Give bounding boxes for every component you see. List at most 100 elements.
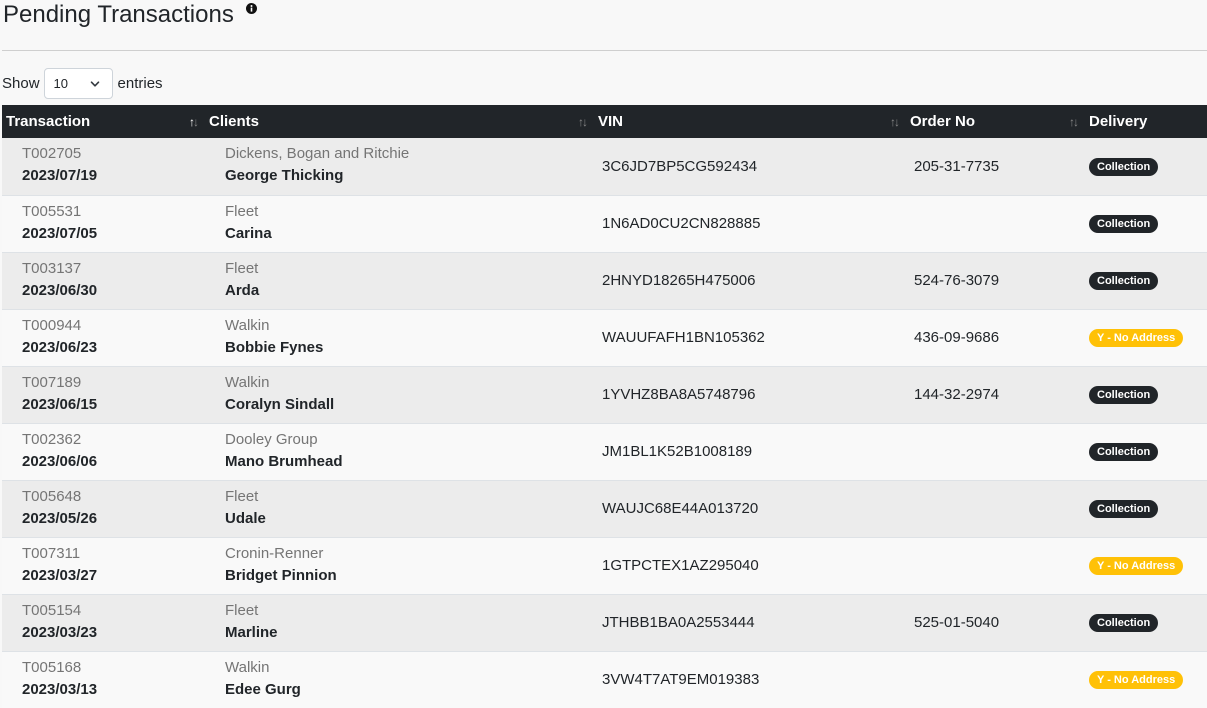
vin-cell: 3C6JD7BP5CG592434 xyxy=(602,157,758,175)
transaction-id: T002362 xyxy=(22,430,82,448)
column-header-transaction[interactable]: Transaction ↑↓ xyxy=(2,105,205,138)
transaction-cell: T005168 2023/03/13 xyxy=(2,651,205,708)
table-row[interactable]: T002705 2023/07/19 Dickens, Bogan and Rit… xyxy=(2,138,1207,195)
column-header-vin[interactable]: VIN ↑↓ xyxy=(594,105,906,138)
client-cell: Walkin Coralyn Sindall xyxy=(205,366,594,423)
transaction-cell: T003137 2023/06/30 xyxy=(2,252,205,309)
transaction-date: 2023/06/06 xyxy=(22,452,98,470)
order-no-cell: 436-09-9686 xyxy=(914,329,1000,346)
client-cell: Dickens, Bogan and Ritchie George Thickin… xyxy=(205,138,594,195)
transaction-id: T000944 xyxy=(22,316,82,334)
client-company: Fleet xyxy=(225,259,259,277)
client-name: Bridget Pinnion xyxy=(225,566,337,584)
delivery-cell: Collection xyxy=(1085,423,1207,480)
header-divider xyxy=(2,50,1207,51)
client-company: Dooley Group xyxy=(225,430,318,448)
sort-icon: ↑↓ xyxy=(578,114,588,129)
transaction-cell: T000944 2023/06/23 xyxy=(2,309,205,366)
entries-per-page-select[interactable]: 10 xyxy=(43,68,113,99)
delivery-badge: Y - No Address xyxy=(1089,671,1184,689)
client-name: Arda xyxy=(225,281,260,299)
vin-cell: 3VW4T7AT9EM019383 xyxy=(602,671,760,688)
column-header-order-no[interactable]: Order No ↑↓ xyxy=(906,105,1085,138)
delivery-badge: Collection xyxy=(1089,614,1159,632)
client-cell: Walkin Bobbie Fynes xyxy=(205,309,594,366)
info-icon[interactable] xyxy=(245,3,257,14)
delivery-cell: Y - No Address xyxy=(1085,537,1207,594)
transaction-cell: T005154 2023/03/23 xyxy=(2,594,205,651)
table-row[interactable]: T005168 2023/03/13 Walkin Edee Gurg 3VW4T7… xyxy=(2,651,1207,708)
delivery-cell: Collection xyxy=(1085,480,1207,537)
transaction-id: T005531 xyxy=(22,202,82,220)
delivery-badge: Collection xyxy=(1089,157,1159,176)
transaction-date: 2023/06/30 xyxy=(22,281,98,299)
page-title: Pending Transactions xyxy=(3,1,234,28)
table-row[interactable]: T007311 2023/03/27 Cronin-Renner Bridget P… xyxy=(2,537,1207,594)
transaction-id: T005168 xyxy=(22,658,82,676)
client-company: Fleet xyxy=(225,202,259,220)
table-row[interactable]: T005531 2023/07/05 Fleet Carina 1N6AD0CU2C… xyxy=(2,195,1207,252)
vin-cell: WAUUFAFH1BN105362 xyxy=(602,329,765,346)
delivery-cell: Collection xyxy=(1085,138,1207,195)
table-row[interactable]: T000944 2023/06/23 Walkin Bobbie Fynes WAU… xyxy=(2,309,1207,366)
client-name: George Thicking xyxy=(225,167,344,185)
delivery-cell: Y - No Address xyxy=(1085,309,1207,366)
transaction-cell: T005531 2023/07/05 xyxy=(2,195,205,252)
transaction-cell: T007189 2023/06/15 xyxy=(2,366,205,423)
client-cell: Dooley Group Mano Brumhead xyxy=(205,423,594,480)
table-row[interactable]: T002362 2023/06/06 Dooley Group Mano Brumh… xyxy=(2,423,1207,480)
transaction-date: 2023/03/13 xyxy=(22,680,98,698)
delivery-cell: Y - No Address xyxy=(1085,651,1207,708)
order-no-cell xyxy=(906,480,1085,537)
delivery-cell: Collection xyxy=(1085,252,1207,309)
table-header-row: Transaction ↑↓ Clients ↑↓ VIN ↑↓ Order N… xyxy=(2,105,1207,138)
order-no-cell xyxy=(906,537,1085,594)
sort-icon: ↑↓ xyxy=(189,114,199,129)
page-header: Pending Transactions xyxy=(3,0,257,30)
column-header-delivery[interactable]: Delivery xyxy=(1085,105,1207,138)
vin-cell: 2HNYD18265H475006 xyxy=(602,272,756,289)
client-company: Walkin xyxy=(225,316,270,334)
transaction-date: 2023/03/27 xyxy=(22,566,98,584)
transaction-date: 2023/06/23 xyxy=(22,338,98,356)
client-cell: Fleet Marline xyxy=(205,594,594,651)
client-cell: Cronin-Renner Bridget Pinnion xyxy=(205,537,594,594)
transaction-date: 2023/07/05 xyxy=(22,224,98,242)
client-company: Fleet xyxy=(225,487,259,505)
delivery-badge: Collection xyxy=(1089,272,1159,290)
delivery-badge: Collection xyxy=(1089,443,1159,461)
delivery-badge: Collection xyxy=(1089,215,1159,233)
client-company: Walkin xyxy=(225,373,270,391)
table-row[interactable]: T005648 2023/05/26 Fleet Udale WAUJC68E44A… xyxy=(2,480,1207,537)
delivery-cell: Collection xyxy=(1085,594,1207,651)
transaction-cell: T002362 2023/06/06 xyxy=(2,423,205,480)
vin-cell: 1N6AD0CU2CN828885 xyxy=(602,215,761,232)
table-row[interactable]: T005154 2023/03/23 Fleet Marline JTHBB1BA0… xyxy=(2,594,1207,651)
chevron-down-icon xyxy=(90,80,99,87)
order-no-cell: 205-31-7735 xyxy=(914,157,1000,175)
vin-cell: 1GTPCTEX1AZ295040 xyxy=(602,557,759,574)
transaction-id: T002705 xyxy=(22,145,82,163)
entries-label: entries xyxy=(117,75,163,92)
transaction-id: T003137 xyxy=(22,259,82,277)
transaction-date: 2023/05/26 xyxy=(22,509,98,527)
entries-length-control: Show 10 entries xyxy=(2,68,163,99)
transaction-cell: T002705 2023/07/19 xyxy=(2,138,205,195)
transaction-date: 2023/03/23 xyxy=(22,623,98,641)
transaction-date: 2023/07/19 xyxy=(22,167,98,185)
table-row[interactable]: T003137 2023/06/30 Fleet Arda 2HNYD18265H4… xyxy=(2,252,1207,309)
vin-cell: 1YVHZ8BA8A5748796 xyxy=(602,386,756,403)
entries-per-page-value: 10 xyxy=(53,76,68,91)
table-row[interactable]: T007189 2023/06/15 Walkin Coralyn Sindall … xyxy=(2,366,1207,423)
client-company: Walkin xyxy=(225,658,270,676)
column-header-clients[interactable]: Clients ↑↓ xyxy=(205,105,594,138)
order-no-cell xyxy=(906,195,1085,252)
client-company: Fleet xyxy=(225,601,259,619)
order-no-cell: 525-01-5040 xyxy=(914,614,1000,631)
vin-cell: JTHBB1BA0A2553444 xyxy=(602,614,755,631)
order-no-cell: 524-76-3079 xyxy=(914,272,1000,289)
client-cell: Walkin Edee Gurg xyxy=(205,651,594,708)
sort-icon: ↑↓ xyxy=(890,114,900,129)
client-cell: Fleet Arda xyxy=(205,252,594,309)
transaction-cell: T005648 2023/05/26 xyxy=(2,480,205,537)
